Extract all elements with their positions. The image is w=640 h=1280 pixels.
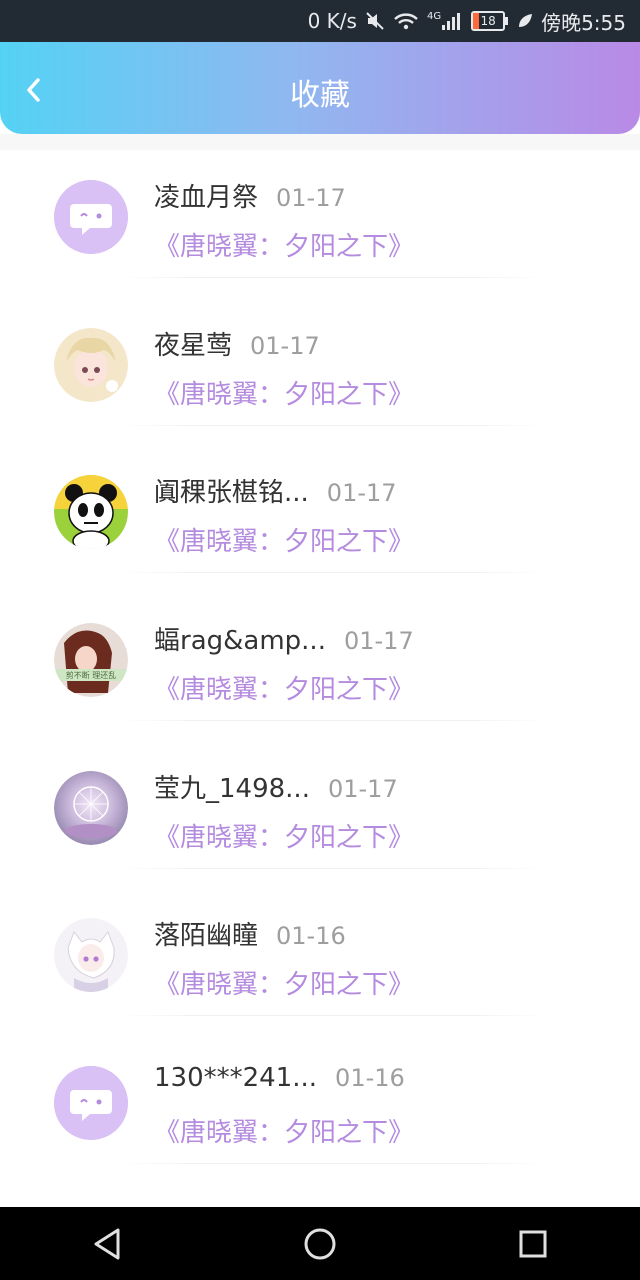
back-triangle-icon xyxy=(94,1228,120,1259)
user-name-text: 落陌幽瞳 xyxy=(154,921,259,952)
default-chat-avatar[interactable] xyxy=(54,180,128,254)
list-item[interactable]: 剪不断 理还乱 蝠rag&amp... 01-17 《唐晓翼：夕阳之下》 xyxy=(0,593,640,741)
user-name: 蝠rag&amp... 01-17 xyxy=(154,620,414,657)
divider xyxy=(120,867,545,869)
divider xyxy=(120,1015,545,1017)
user-name-text: 蝠rag&amp... xyxy=(154,626,326,657)
divider xyxy=(120,572,545,574)
header-spacer xyxy=(0,134,640,150)
app-header: 收藏 xyxy=(0,42,640,134)
nav-back-button[interactable] xyxy=(77,1214,137,1274)
galaxy-avatar[interactable] xyxy=(54,770,128,845)
book-title-link[interactable]: 《唐晓翼：夕阳之下》 xyxy=(154,521,414,558)
book-title-link[interactable]: 《唐晓翼：夕阳之下》 xyxy=(154,226,414,263)
list-item[interactable]: 落陌幽瞳 01-16 《唐晓翼：夕阳之下》 xyxy=(0,888,640,1036)
date-label: 01-17 xyxy=(327,774,398,803)
book-title-link[interactable]: 《唐晓翼：夕阳之下》 xyxy=(154,964,414,1001)
girl-photo-avatar[interactable]: 剪不断 理还乱 xyxy=(54,623,128,698)
battery-icon: 18 xyxy=(471,11,509,31)
user-name-text: 凌血月祭 xyxy=(154,183,259,213)
network-speed: 0 K/s xyxy=(307,9,357,33)
home-circle-icon xyxy=(304,1228,336,1259)
divider xyxy=(120,277,545,278)
user-name: 落陌幽瞳 01-16 xyxy=(154,915,346,952)
nav-home-button[interactable] xyxy=(290,1214,350,1274)
battery-level: 18 xyxy=(471,11,509,31)
nav-recents-button[interactable] xyxy=(503,1214,563,1274)
recents-square-icon xyxy=(519,1230,547,1257)
panda-avatar[interactable] xyxy=(54,475,128,550)
list-item[interactable]: 凌血月祭 01-17 《唐晓翼：夕阳之下》 xyxy=(0,150,640,298)
favorites-list: 凌血月祭 01-17 《唐晓翼：夕阳之下》 夜星莺 01-17 《唐晓翼：夕阳之下》 阗稞张… xyxy=(0,150,640,1184)
list-item[interactable]: 夜星莺 01-17 《唐晓翼：夕阳之下》 xyxy=(0,298,640,446)
book-title-link[interactable]: 《唐晓翼：夕阳之下》 xyxy=(154,817,414,854)
divider xyxy=(120,1163,545,1165)
book-title-link[interactable]: 《唐晓翼：夕阳之下》 xyxy=(154,669,414,706)
anime-girl-avatar[interactable] xyxy=(54,327,128,402)
date-label: 01-16 xyxy=(276,922,346,951)
list-item[interactable]: 阗稞张椹铭... 01-17 《唐晓翼：夕阳之下》 xyxy=(0,445,640,593)
signal-icon: 4G xyxy=(427,11,463,31)
user-name: 莹九_1498... 01-17 xyxy=(154,768,398,805)
clock: 傍晚5:55 xyxy=(541,10,626,35)
svg-text:剪不断 理还乱: 剪不断 理还乱 xyxy=(66,670,117,680)
list-item[interactable]: 130***241... 01-16 《唐晓翼：夕阳之下》 xyxy=(0,1036,640,1184)
back-button[interactable] xyxy=(14,70,54,110)
leaf-icon xyxy=(517,13,533,29)
mute-icon xyxy=(365,11,385,31)
divider xyxy=(120,720,545,722)
user-name: 凌血月祭 01-17 xyxy=(154,177,346,214)
white-hair-anime-avatar[interactable] xyxy=(54,918,128,993)
user-name-text: 130***241... xyxy=(154,1063,318,1094)
default-chat-avatar[interactable] xyxy=(54,1066,128,1141)
date-label: 01-17 xyxy=(343,627,414,656)
user-name: 阗稞张椹铭... 01-17 xyxy=(154,472,397,509)
book-title-link[interactable]: 《唐晓翼：夕阳之下》 xyxy=(154,1112,414,1149)
date-label: 01-17 xyxy=(326,479,397,508)
list-item[interactable]: 莹九_1498... 01-17 《唐晓翼：夕阳之下》 xyxy=(0,741,640,889)
system-nav-bar xyxy=(0,1207,640,1280)
date-label: 01-17 xyxy=(276,184,346,212)
wifi-icon xyxy=(393,11,419,31)
date-label: 01-16 xyxy=(335,1064,405,1093)
user-name: 夜星莺 01-17 xyxy=(154,325,320,362)
date-label: 01-17 xyxy=(250,331,320,360)
user-name-text: 夜星莺 xyxy=(154,330,233,361)
divider xyxy=(120,424,545,426)
book-title-link[interactable]: 《唐晓翼：夕阳之下》 xyxy=(154,374,414,411)
user-name: 130***241... 01-16 xyxy=(154,1063,405,1093)
user-name-text: 阗稞张椹铭... xyxy=(154,478,309,509)
status-bar: 0 K/s 4G 18 傍晚5:55 xyxy=(0,0,640,42)
user-name-text: 莹九_1498... xyxy=(154,773,310,804)
network-type: 4G xyxy=(426,11,442,22)
chevron-left-icon xyxy=(27,78,40,102)
page-title: 收藏 xyxy=(290,78,350,113)
